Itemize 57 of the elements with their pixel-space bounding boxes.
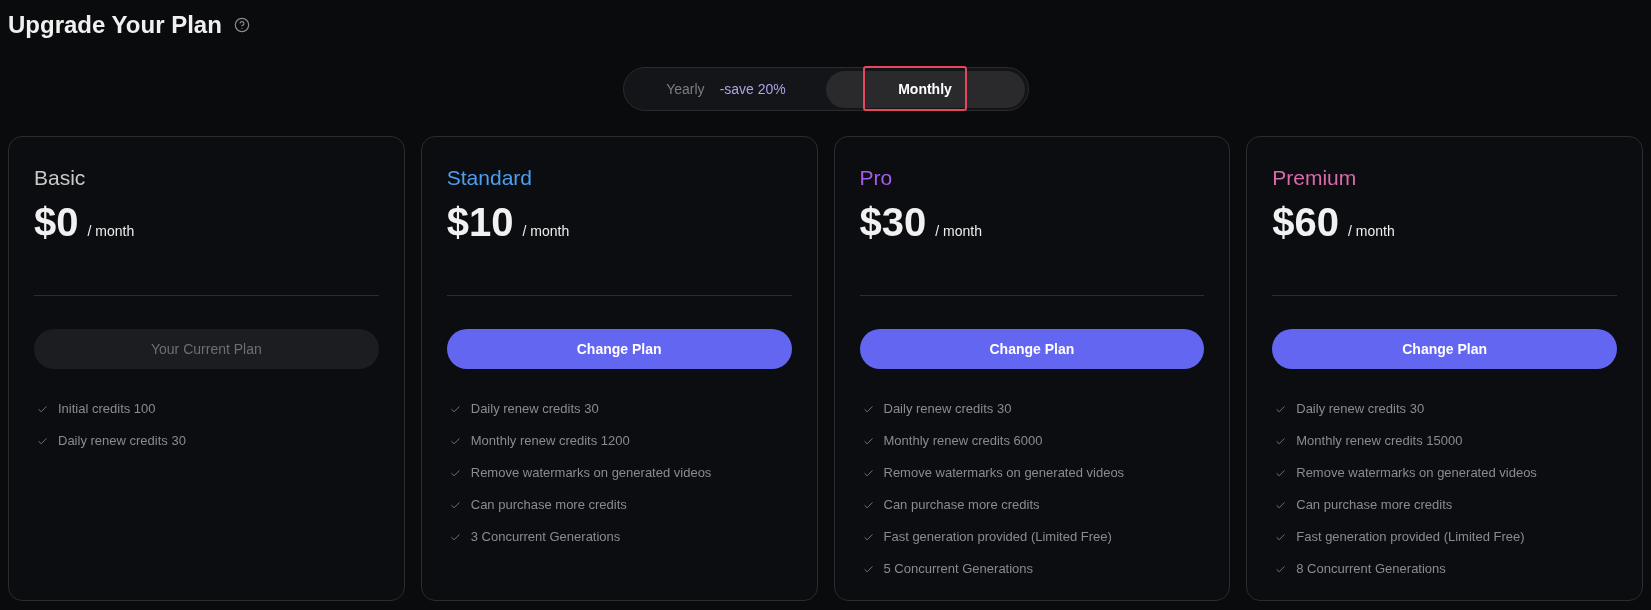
feature-text: Daily renew credits 30 [1296, 400, 1425, 419]
discount-label: -save 20% [719, 80, 786, 99]
feature-text: Daily renew credits 30 [470, 400, 599, 419]
check-icon [862, 499, 874, 511]
check-icon [1275, 499, 1287, 511]
check-icon [862, 403, 874, 415]
feature-text: Daily renew credits 30 [883, 400, 1012, 419]
billing-period-tab[interactable]: Yearly -save 20% [626, 71, 826, 108]
check-icon [862, 467, 874, 479]
feature-text: Monthly renew credits 6000 [883, 432, 1043, 451]
feature-text: Remove watermarks on generated videos [883, 464, 1125, 483]
price-period: / month [1348, 222, 1395, 241]
feature-text: Monthly renew credits 15000 [1296, 432, 1463, 451]
change-plan-button[interactable]: Change Plan [1272, 329, 1617, 369]
help-icon[interactable] [233, 17, 250, 33]
check-icon [1275, 563, 1287, 575]
feature-text: 3 Concurrent Generations [470, 528, 621, 547]
price-period: / month [522, 222, 570, 241]
check-icon [1275, 467, 1287, 479]
change-plan-button[interactable]: Change Plan [859, 329, 1205, 369]
plan-name: Basic [34, 165, 86, 191]
plan-name: Pro [859, 165, 893, 191]
check-icon [37, 403, 48, 415]
feature-text: Remove watermarks on generated videos [470, 464, 712, 483]
feature-text: Initial credits 100 [58, 400, 156, 419]
check-icon [449, 403, 461, 415]
plan-name: Premium [1272, 165, 1357, 191]
price-period: / month [87, 222, 135, 241]
change-plan-button[interactable]: Change Plan [446, 329, 792, 369]
feature-text: Can purchase more credits [1296, 496, 1453, 515]
plan-price: $10 [446, 201, 514, 243]
feature-text: Daily renew credits 30 [58, 432, 186, 451]
price-period: / month [935, 222, 982, 241]
feature-text: Can purchase more credits [883, 496, 1040, 515]
check-icon [449, 467, 461, 479]
check-icon [862, 435, 874, 447]
feature-text: Fast generation provided (Limited Free) [1296, 528, 1525, 547]
feature-text: Remove watermarks on generated videos [1296, 464, 1537, 483]
check-icon [862, 563, 874, 575]
feature-text: Can purchase more credits [470, 496, 627, 515]
feature-text: 8 Concurrent Generations [1296, 560, 1446, 579]
check-icon [1275, 531, 1287, 543]
plan-price: $60 [1272, 201, 1339, 243]
check-icon [449, 531, 461, 543]
plan-name: Standard [446, 165, 532, 191]
feature-text: Fast generation provided (Limited Free) [883, 528, 1112, 547]
plan-price: $30 [859, 201, 927, 243]
check-icon [449, 435, 461, 447]
check-icon [862, 531, 874, 543]
check-icon [449, 499, 461, 511]
plan-price: $0 [34, 201, 79, 243]
feature-text: Monthly renew credits 1200 [470, 432, 630, 451]
page-title: Upgrade Your Plan [8, 11, 222, 39]
check-icon [1275, 435, 1287, 447]
check-icon [1275, 403, 1287, 415]
check-icon [37, 435, 48, 447]
feature-text: 5 Concurrent Generations [883, 560, 1034, 579]
